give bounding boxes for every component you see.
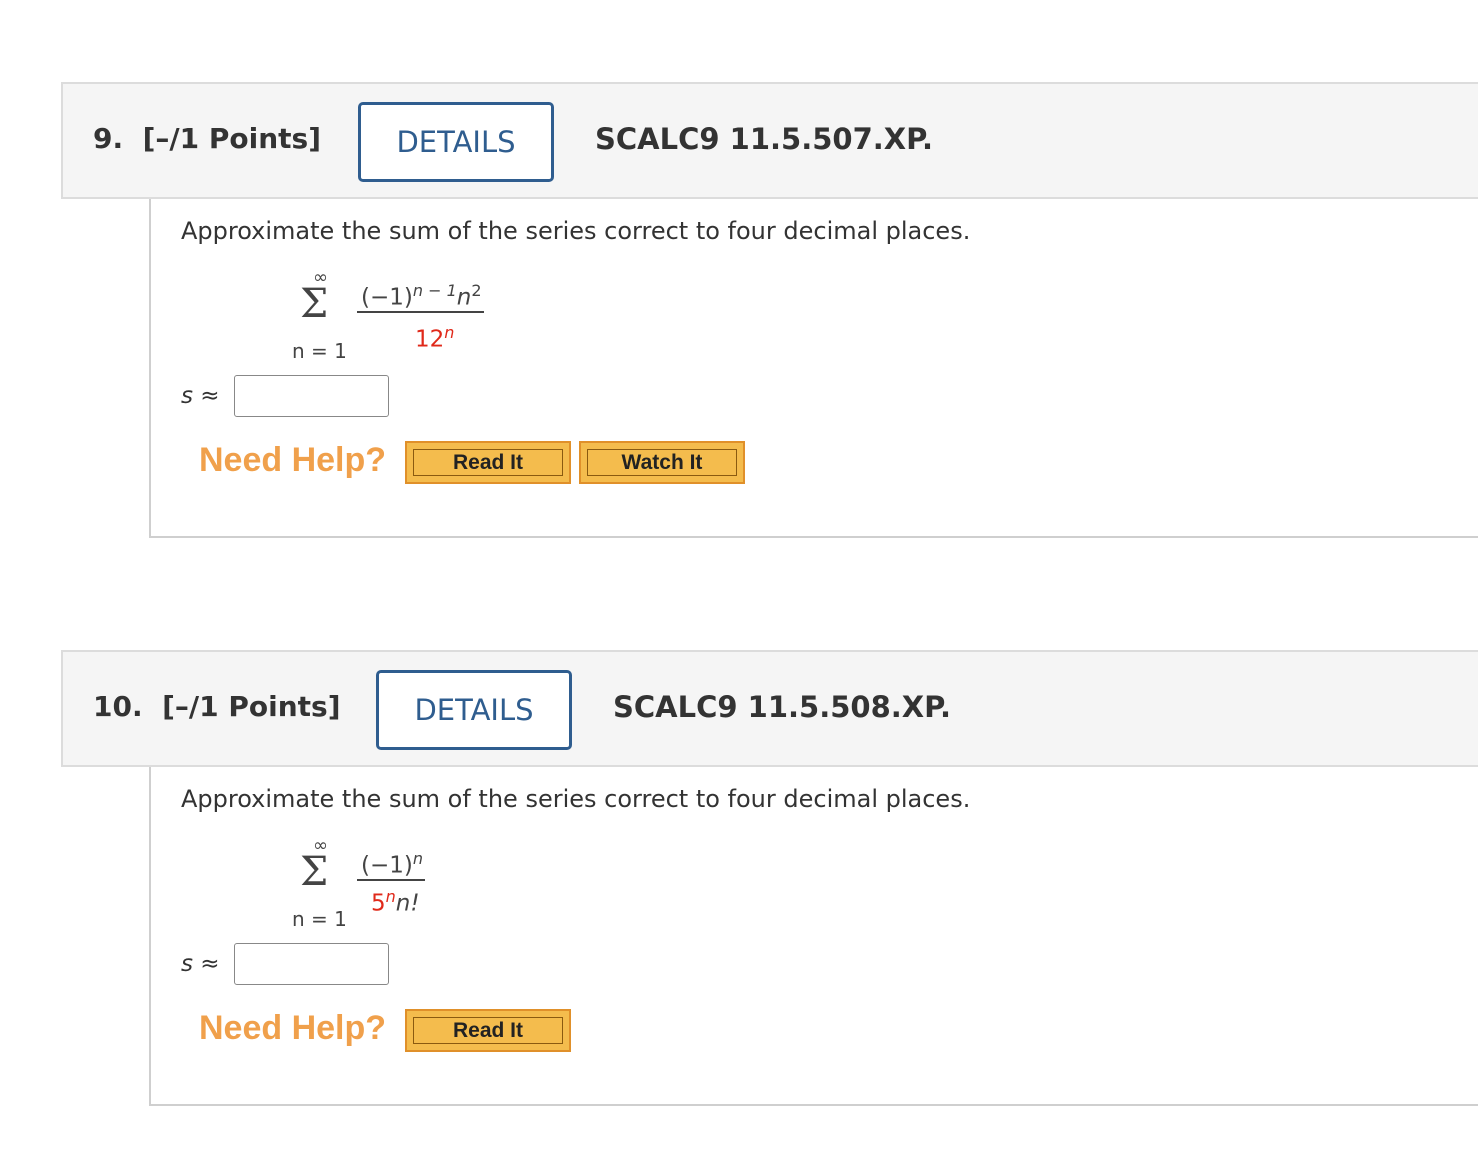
question-body: Approximate the sum of the series correc… bbox=[149, 767, 1478, 1106]
numerator: (−1)n bbox=[357, 849, 425, 881]
sigma-symbol: Σ bbox=[300, 281, 329, 327]
read-it-button[interactable]: Read It bbox=[405, 1009, 571, 1052]
answer-label: s ≈ bbox=[181, 951, 220, 977]
question-code: SCALC9 11.5.507.XP. bbox=[595, 122, 934, 156]
points-label: [–/1 Points] bbox=[142, 122, 322, 155]
read-it-button[interactable]: Read It bbox=[405, 441, 571, 484]
question-prompt: Approximate the sum of the series correc… bbox=[181, 217, 971, 245]
question-number: 10. [–/1 Points] bbox=[93, 690, 341, 723]
need-help-label: Need Help? bbox=[199, 441, 387, 479]
question-body: Approximate the sum of the series correc… bbox=[149, 199, 1478, 538]
answer-input[interactable] bbox=[234, 943, 389, 985]
denominator: 12n bbox=[415, 323, 455, 353]
sigma-symbol: Σ bbox=[300, 849, 329, 895]
details-button[interactable]: DETAILS bbox=[376, 670, 572, 750]
answer-input[interactable] bbox=[234, 375, 389, 417]
points-label: [–/1 Points] bbox=[162, 690, 341, 723]
question-prompt: Approximate the sum of the series correc… bbox=[181, 785, 971, 813]
details-button[interactable]: DETAILS bbox=[358, 102, 554, 182]
answer-label: s ≈ bbox=[181, 383, 220, 409]
lower-limit: n = 1 bbox=[292, 339, 347, 363]
lower-limit: n = 1 bbox=[292, 907, 347, 931]
question-header: 9. [–/1 Points] DETAILS SCALC9 11.5.507.… bbox=[61, 82, 1478, 199]
question-code: SCALC9 11.5.508.XP. bbox=[613, 690, 952, 724]
question-header: 10. [–/1 Points] DETAILS SCALC9 11.5.508… bbox=[61, 650, 1478, 767]
watch-it-button[interactable]: Watch It bbox=[579, 441, 745, 484]
need-help-label: Need Help? bbox=[199, 1009, 387, 1047]
numerator: (−1)n − 1n2 bbox=[357, 281, 484, 313]
denominator: 5nn! bbox=[371, 887, 420, 917]
question-number: 9. [–/1 Points] bbox=[93, 122, 322, 155]
